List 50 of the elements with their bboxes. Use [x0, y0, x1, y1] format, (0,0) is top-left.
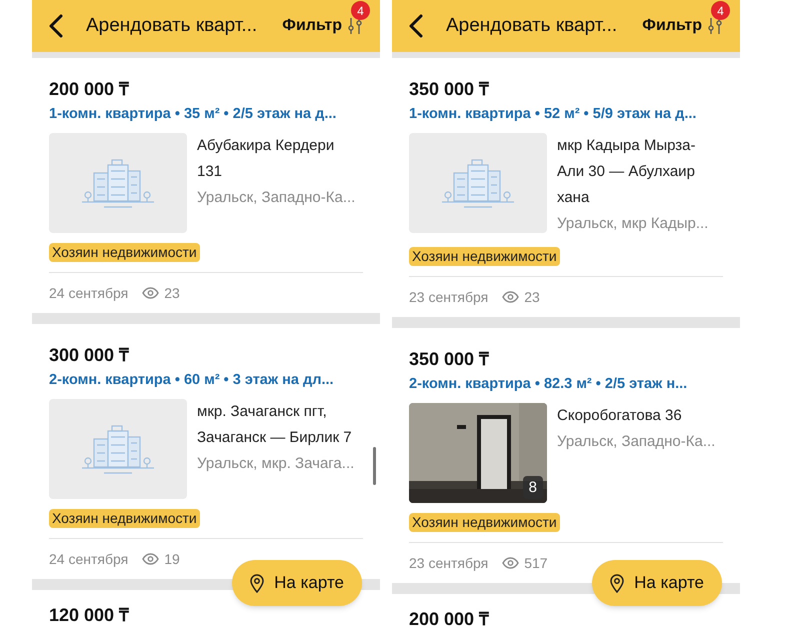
region: Уральск, мкр Кадыр... — [557, 214, 710, 234]
eye-icon — [502, 291, 520, 303]
listing-summary[interactable]: 2-комн. квартира • 60 м² • 3 этаж на дл... — [49, 371, 380, 389]
listing-summary[interactable]: 2-комн. квартира • 82.3 м² • 2/5 этаж н... — [409, 375, 740, 393]
price: 350 000 ₸ — [409, 348, 490, 370]
photo-count: 8 — [522, 476, 543, 499]
eye-icon — [142, 287, 160, 299]
price: 120 000 ₸ — [49, 604, 130, 626]
view-count: 517 — [524, 554, 548, 572]
listing-date: 23 сентября — [409, 288, 488, 306]
map-button[interactable]: На карте — [232, 560, 362, 606]
price: 200 000 ₸ — [409, 608, 490, 630]
header-title: Арендовать кварт... — [446, 14, 618, 38]
view-count: 23 — [524, 288, 540, 306]
region: Уральск, Западно-Ка... — [197, 188, 356, 208]
back-icon — [409, 14, 423, 38]
listing-date: 24 сентября — [49, 550, 128, 568]
region: Уральск, мкр. Зачага... — [197, 454, 356, 474]
price: 350 000 ₸ — [409, 78, 490, 100]
price: 200 000 ₸ — [49, 78, 130, 100]
sliders-icon — [348, 17, 362, 35]
region: Уральск, Западно-Ка... — [557, 432, 716, 452]
listing-summary[interactable]: 1-комн. квартира • 35 м² • 2/5 этаж на д... — [49, 105, 380, 123]
view-count: 19 — [164, 550, 180, 568]
header-title: Арендовать кварт... — [86, 14, 258, 38]
map-pin-icon — [250, 574, 264, 592]
owner-tag: Хозяин недвижимости — [49, 509, 200, 528]
owner-tag: Хозяин недвижимости — [409, 513, 560, 532]
filter-count-badge: 4 — [711, 1, 730, 20]
address: мкр Кадыра Мырза-Али 30 — Абулхаир хана — [557, 136, 697, 208]
listing-date: 24 сентября — [49, 284, 128, 302]
building-icon — [80, 157, 156, 209]
listing-date: 23 сентября — [409, 554, 488, 572]
sliders-icon — [708, 17, 722, 35]
building-icon — [440, 157, 516, 209]
eye-icon — [502, 557, 520, 569]
address: Скоробогатова 36 — [557, 406, 683, 426]
back-icon — [49, 14, 63, 38]
map-pin-icon — [610, 574, 624, 592]
owner-tag: Хозяин недвижимости — [409, 247, 560, 266]
address: мкр. Зачаганск пгт, Зачаганск — Бирлик 7 — [197, 402, 353, 448]
listing-summary[interactable]: 1-комн. квартира • 52 м² • 5/9 этаж на д... — [409, 105, 740, 123]
eye-icon — [142, 553, 160, 565]
owner-tag: Хозяин недвижимости — [49, 243, 200, 262]
address: Абубакира Кердери 131 — [197, 136, 336, 182]
map-button[interactable]: На карте — [592, 560, 722, 606]
filter-count-badge: 4 — [351, 1, 370, 20]
view-count: 23 — [164, 284, 180, 302]
price: 300 000 ₸ — [49, 344, 130, 366]
building-icon — [80, 423, 156, 475]
